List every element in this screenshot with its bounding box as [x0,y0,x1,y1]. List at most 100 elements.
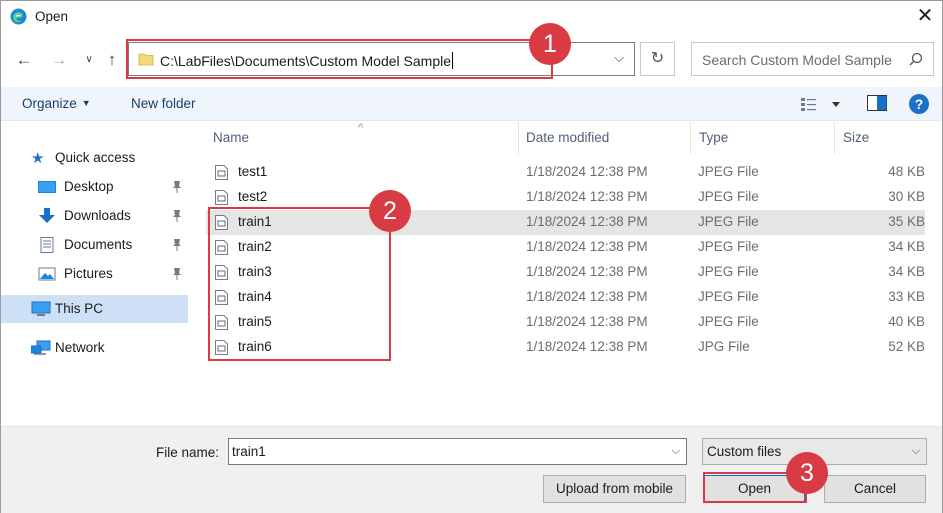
file-type: JPEG File [698,189,759,204]
file-size: 52 KB [888,339,925,354]
file-date: 1/18/2024 12:38 PM [526,314,648,329]
nav-item-documents[interactable]: Documents [1,231,188,259]
chevron-down-icon: ⌵ [614,50,624,65]
file-date: 1/18/2024 12:38 PM [526,289,648,304]
computer-icon [31,301,51,316]
back-button[interactable]: ← [13,47,35,73]
file-name-label: File name: [156,445,220,460]
chevron-down-icon[interactable]: ⌵ [672,445,680,458]
search-placeholder: Search Custom Model Sample [702,52,892,68]
file-size: 30 KB [888,189,925,204]
file-name: test1 [238,164,268,179]
nav-label: Network [55,340,105,355]
file-size: 40 KB [888,314,925,329]
nav-label: This PC [55,301,104,316]
new-folder-button[interactable]: New folder [131,96,196,111]
column-header-name[interactable]: Name [213,130,249,145]
star-icon: ★ [31,150,45,167]
file-date: 1/18/2024 12:38 PM [526,214,648,229]
pictures-icon [38,267,56,281]
file-size: 34 KB [888,264,925,279]
pin-icon [173,210,181,222]
desktop-icon [38,181,56,193]
sort-ascending-icon: ^ [358,122,364,134]
file-date: 1/18/2024 12:38 PM [526,239,648,254]
recent-locations-button[interactable]: ∨ [78,47,100,73]
nav-item-this-pc[interactable]: This PC [1,295,188,323]
file-type: JPEG File [698,214,759,229]
upload-from-mobile-button[interactable]: Upload from mobile [543,475,686,503]
column-divider[interactable] [690,122,691,154]
file-date: 1/18/2024 12:38 PM [526,339,648,354]
chevron-down-icon: ⌵ [911,445,920,457]
column-divider[interactable] [518,122,519,154]
refresh-button[interactable]: ↻ [640,42,675,76]
back-arrow-icon: ← [15,50,33,69]
file-name-field[interactable]: train1 ⌵ [228,438,687,465]
up-arrow-icon: ↑ [107,50,117,69]
pin-icon [173,181,181,193]
annotation-badge-1: 1 [529,23,571,65]
network-icon [31,340,51,355]
pin-icon [173,239,181,251]
file-row[interactable]: test1 1/18/2024 12:38 PM JPEG File 48 KB [206,160,925,185]
forward-button[interactable]: → [48,47,70,73]
document-icon [40,237,54,253]
image-file-icon [215,190,228,205]
command-bar: Organize ▼ New folder ? [1,87,942,121]
nav-item-network[interactable]: Network [1,334,188,362]
file-date: 1/18/2024 12:38 PM [526,164,648,179]
edge-browser-icon [10,8,27,25]
file-type-filter-value: Custom files [707,444,782,459]
image-file-icon [215,165,228,180]
address-dropdown-button[interactable]: ⌵ [614,50,624,66]
column-divider[interactable] [834,122,835,154]
search-icon [909,52,923,66]
nav-label: Desktop [64,179,114,194]
file-date: 1/18/2024 12:38 PM [526,264,648,279]
column-header-date[interactable]: Date modified [526,130,609,145]
forward-arrow-icon: → [50,50,68,69]
file-date: 1/18/2024 12:38 PM [526,189,648,204]
file-size: 34 KB [888,239,925,254]
nav-item-downloads[interactable]: Downloads [1,202,188,230]
search-input[interactable]: Search Custom Model Sample [691,42,934,76]
download-arrow-icon [39,208,55,223]
file-size: 48 KB [888,164,925,179]
column-header-size[interactable]: Size [843,130,869,145]
close-button[interactable]: ✕ [912,3,938,29]
file-size: 33 KB [888,289,925,304]
nav-item-desktop[interactable]: Desktop [1,173,188,201]
file-type: JPEG File [698,289,759,304]
organize-button[interactable]: Organize ▼ [22,96,91,111]
nav-item-quick-access[interactable]: ★ Quick access [1,144,188,172]
annotation-badge-3: 3 [786,452,828,494]
nav-label: Downloads [64,208,131,223]
help-icon[interactable]: ? [909,94,929,114]
column-header-type[interactable]: Type [699,130,728,145]
refresh-icon: ↻ [650,50,665,67]
title-bar: Open ✕ [1,1,942,33]
annotation-badge-2: 2 [369,190,411,232]
file-type: JPEG File [698,164,759,179]
open-file-dialog: Open ✕ ← → ∨ ↑ C:\LabFiles\Documents\Cus… [0,0,943,513]
nav-label: Pictures [64,266,113,281]
view-options-icon[interactable] [801,96,843,112]
nav-item-pictures[interactable]: Pictures [1,260,188,288]
pin-icon [173,268,181,280]
preview-pane-icon[interactable] [867,95,887,111]
file-type: JPEG File [698,264,759,279]
close-icon: ✕ [916,5,934,27]
file-type: JPEG File [698,314,759,329]
file-name: test2 [238,189,268,204]
organize-label: Organize [22,96,77,111]
file-name-value: train1 [232,444,266,459]
nav-label: Quick access [55,150,136,165]
cancel-button[interactable]: Cancel [824,475,926,503]
annotation-box-train-files [208,207,391,361]
dropdown-triangle-icon: ▼ [81,98,91,108]
up-button[interactable]: ↑ [101,47,123,73]
nav-label: Documents [64,237,133,252]
chevron-down-icon: ∨ [85,54,93,65]
annotation-box-address [126,39,553,79]
